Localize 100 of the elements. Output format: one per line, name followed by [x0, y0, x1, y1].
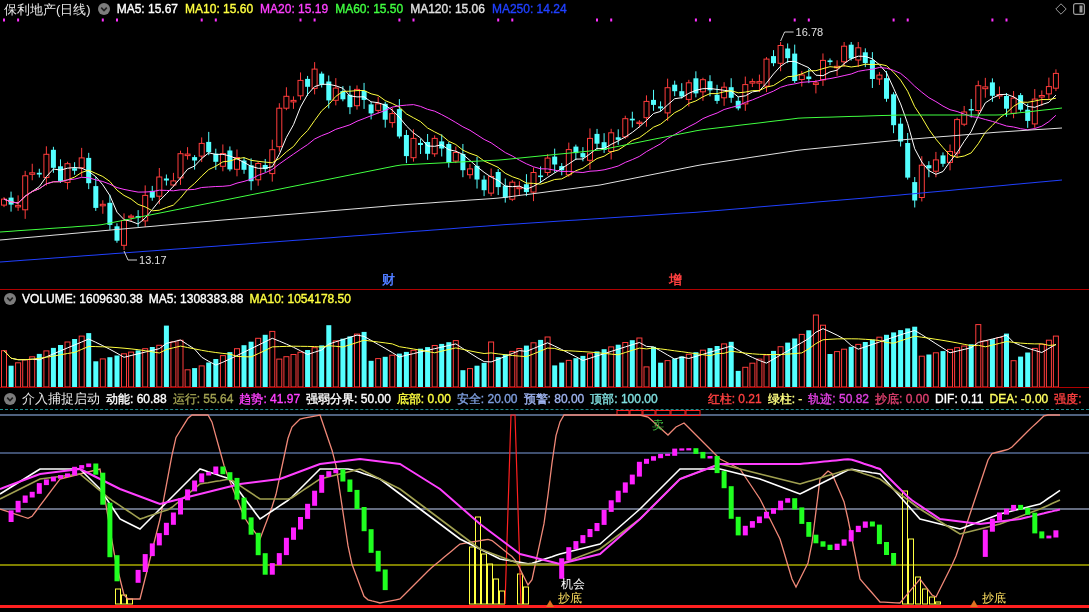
rising-volume-bar: [544, 336, 551, 387]
rising-volume-bar: [311, 347, 318, 387]
rising-candle: [99, 199, 106, 215]
rising-candle: [255, 161, 262, 187]
rising-candle: [332, 77, 339, 106]
falling-candle: [149, 185, 155, 202]
falling-candle: [658, 100, 664, 112]
chevron-circle-icon[interactable]: [4, 293, 16, 305]
legend-text: MA5: 15.67: [116, 3, 179, 15]
rising-candle: [798, 70, 805, 88]
signal-tick: [214, 18, 217, 22]
falling-volume-bar: [693, 352, 699, 387]
rising-volume-bar: [996, 337, 1003, 387]
rising-volume-bar: [219, 355, 226, 387]
legend-text: MA5: 1308383.88: [148, 293, 244, 305]
falling-candle: [848, 41, 854, 62]
rising-candle: [452, 146, 459, 164]
falling-volume-bar: [884, 334, 889, 387]
rising-volume-bar: [1010, 360, 1017, 387]
falling-volume-bar: [940, 351, 946, 387]
legend-text: MA20: 15.19: [260, 3, 329, 15]
falling-volume-bar: [926, 354, 932, 387]
legend-text: 绿柱: -: [767, 392, 803, 405]
legend-text: MA120: 15.06: [410, 3, 485, 15]
falling-volume-bar: [615, 344, 621, 387]
rising-candle: [685, 79, 692, 107]
falling-candle: [1004, 92, 1009, 118]
signal-tick: [200, 18, 203, 22]
falling-volume-bar: [192, 368, 198, 387]
rising-volume-bar: [452, 340, 459, 387]
chance-signal-label: 机会: [561, 578, 585, 590]
falling-volume-bar: [305, 350, 311, 387]
rising-volume-bar: [798, 333, 805, 387]
falling-volume-bar: [848, 346, 854, 387]
legend-text: 顶部: 100.00: [590, 392, 658, 405]
bottom-signal-label: 抄底: [982, 592, 1006, 604]
falling-candle: [651, 89, 656, 112]
falling-volume-bar: [771, 350, 776, 387]
falling-volume-bar: [523, 345, 529, 387]
falling-candle: [693, 70, 699, 98]
rising-volume-bar: [488, 341, 495, 387]
rising-candle: [721, 81, 728, 107]
chevron-circle-icon[interactable]: [4, 392, 16, 405]
rising-volume-bar: [410, 349, 417, 387]
price-label: 16.78: [795, 26, 824, 38]
legend-text: DEA: -0.00: [989, 392, 1049, 405]
rising-volume-bar: [622, 342, 629, 387]
falling-volume-bar: [827, 354, 833, 387]
rising-volume-bar: [64, 341, 71, 387]
rising-volume-bar: [99, 358, 106, 387]
falling-candle: [36, 168, 42, 178]
legend-text: 运行: 55.64: [172, 392, 234, 405]
event-label[interactable]: 财: [382, 273, 395, 286]
signal-tick: [793, 18, 796, 22]
rising-candle: [354, 84, 360, 111]
event-label[interactable]: 增: [669, 273, 682, 286]
chevron-circle-icon[interactable]: [97, 3, 110, 15]
falling-candle: [460, 143, 466, 178]
signal-tick: [807, 18, 810, 22]
rising-volume-bar: [467, 368, 473, 387]
falling-candle: [227, 145, 233, 172]
falling-candle: [884, 70, 889, 103]
legend-text: MA60: 15.50: [335, 3, 404, 15]
legend-text: 轨迹: 50.82: [808, 392, 870, 405]
rising-candle: [467, 163, 473, 180]
legend-text: DIF: 0.11: [935, 392, 984, 405]
falling-volume-bar: [36, 353, 42, 387]
rising-volume-bar: [255, 337, 262, 387]
signal-tick: [709, 18, 711, 22]
rising-candle: [410, 128, 417, 163]
falling-volume-bar: [227, 352, 233, 387]
diamond-icon[interactable]: [1055, 3, 1067, 15]
rising-volume-bar: [354, 333, 360, 387]
rising-candle: [311, 61, 318, 95]
signal-tick: [694, 18, 697, 22]
falling-candle: [382, 101, 388, 129]
rising-candle: [234, 149, 240, 177]
rising-candle: [876, 71, 883, 86]
panel-toggle-icon[interactable]: [1073, 3, 1085, 15]
rising-candle: [699, 77, 706, 102]
rising-volume-bar: [777, 346, 784, 387]
rising-candle: [64, 161, 71, 190]
falling-candle: [940, 151, 946, 168]
rising-volume-bar: [156, 344, 163, 387]
rising-candle: [1010, 90, 1017, 119]
rising-candle: [142, 184, 149, 228]
falling-candle: [163, 174, 169, 186]
rising-candle: [622, 115, 629, 140]
rising-volume-bar: [699, 349, 706, 387]
falling-volume-bar: [72, 339, 78, 387]
rising-candle: [664, 78, 671, 122]
falling-volume-bar: [658, 362, 664, 387]
falling-candle: [523, 173, 529, 197]
signal-tick: [116, 18, 118, 22]
falling-candle: [135, 209, 141, 228]
rising-volume-bar: [932, 352, 939, 387]
signal-tick: [101, 18, 104, 22]
rising-volume-bar: [565, 359, 572, 387]
rising-volume-bar: [332, 340, 339, 387]
rising-candle: [219, 143, 226, 172]
